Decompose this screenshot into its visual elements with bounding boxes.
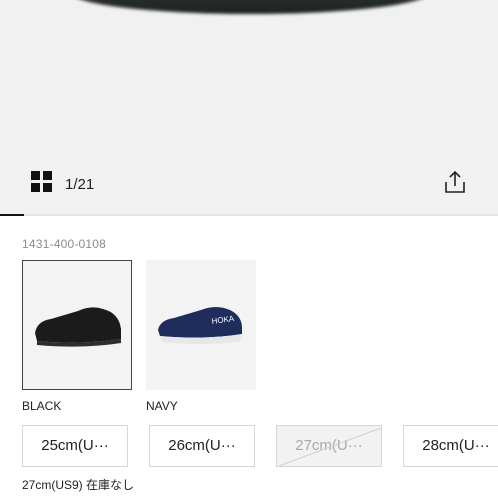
size-button-26cm[interactable]: 26cm(U··· [149,425,255,467]
product-sku: 1431-400-0108 [22,237,107,251]
gallery-progress-fill [0,214,24,216]
unavailable-slash-icon [278,427,381,466]
black-shoe-image [35,307,121,347]
color-swatch-black[interactable] [22,260,132,390]
color-label-navy: NAVY [146,399,178,413]
product-image-shoe [70,0,430,14]
navy-shoe-image: HOKA [158,307,242,344]
color-swatch-navy[interactable]: HOKA [146,260,256,390]
color-label-black: BLACK [22,399,62,413]
size-button-25cm[interactable]: 25cm(U··· [22,425,128,467]
grid-icon[interactable] [31,171,53,193]
image-counter: 1/21 [65,176,95,193]
size-button-28cm[interactable]: 28cm(U··· [403,425,498,467]
stock-status-note: 27cm(US9) 在庫なし [22,478,135,492]
share-icon[interactable] [441,168,469,196]
size-button-27cm[interactable]: 27cm(U··· [276,425,382,467]
gallery-progress-track [0,214,498,216]
